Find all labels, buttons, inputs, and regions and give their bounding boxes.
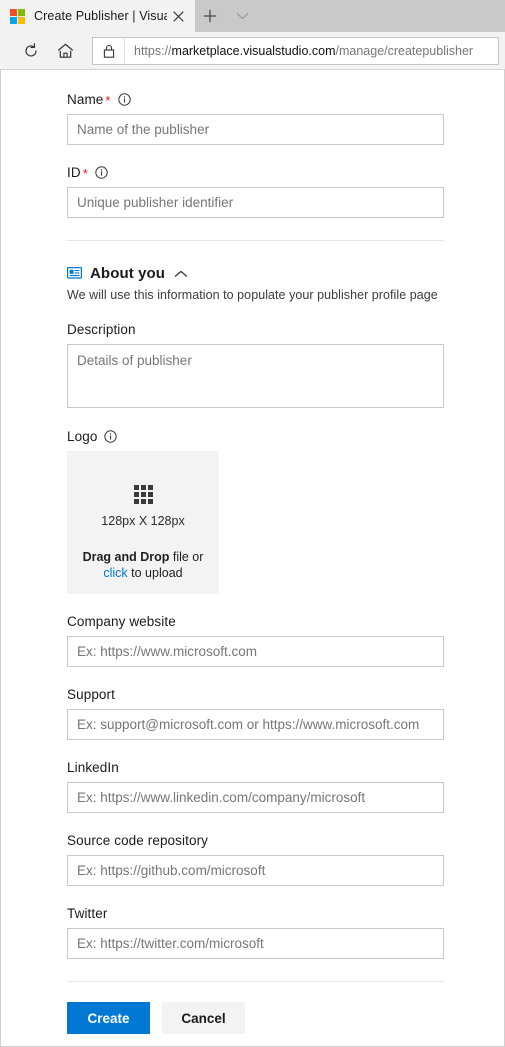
new-tab-icon[interactable] [195,0,225,32]
field-support: Support [67,687,444,740]
field-name: Name * [67,92,444,145]
lock-icon [93,37,125,64]
name-label-row: Name * [67,92,444,107]
info-icon[interactable] [117,93,131,106]
create-publisher-form: Name * ID * [1,70,504,1046]
url-text[interactable]: https://marketplace.visualstudio.com/man… [125,44,473,58]
linkedin-label: LinkedIn [67,760,119,775]
logo-dimensions: 128px X 128px [101,514,185,528]
field-id: ID * [67,165,444,218]
required-asterisk: * [82,166,88,181]
url-path: /manage/createpublisher [335,43,474,58]
cancel-button[interactable]: Cancel [162,1002,245,1034]
twitter-label-row: Twitter [67,906,444,921]
click-upload-link[interactable]: click [103,566,127,580]
support-input[interactable] [67,709,444,740]
field-source-repo: Source code repository [67,833,444,886]
twitter-label: Twitter [67,906,108,921]
home-icon[interactable] [48,36,82,66]
logo-dropzone[interactable]: 128px X 128px Drag and Drop file or clic… [67,451,219,594]
form-actions: Create Cancel [67,1002,444,1046]
description-label: Description [67,322,136,337]
logo-label-row: Logo [67,429,444,444]
source-repo-label: Source code repository [67,833,209,848]
field-description: Description [67,322,444,413]
browser-tab[interactable]: Create Publisher | Visua [0,0,195,32]
support-label-row: Support [67,687,444,702]
name-label: Name [67,92,104,107]
about-you-subtitle: We will use this information to populate… [67,288,438,302]
url-host: marketplace.visualstudio.com [171,43,336,58]
required-asterisk: * [105,93,111,108]
id-input[interactable] [67,187,444,218]
drag-drop-text: Drag and Drop file or [83,550,204,564]
tab-strip: Create Publisher | Visua [0,0,505,32]
url-scheme: https:// [134,43,172,58]
id-label: ID [67,165,81,180]
company-website-label: Company website [67,614,176,629]
logo-label: Logo [67,429,98,444]
field-linkedin: LinkedIn [67,760,444,813]
microsoft-logo-icon [10,8,25,24]
field-logo: Logo 128px X 128px Drag and Drop file or… [67,429,444,594]
close-icon[interactable] [167,5,189,27]
page-viewport: Name * ID * [0,70,505,1047]
click-upload-text: click to upload [103,566,182,580]
field-twitter: Twitter [67,906,444,959]
image-grid-icon [133,485,153,504]
create-button[interactable]: Create [67,1002,150,1034]
about-you-header[interactable]: About you [67,265,444,282]
twitter-input[interactable] [67,928,444,959]
linkedin-input[interactable] [67,782,444,813]
company-website-input[interactable] [67,636,444,667]
info-icon[interactable] [95,166,108,179]
tab-title: Create Publisher | Visua [34,9,167,23]
chevron-down-icon[interactable] [225,0,259,32]
description-label-row: Description [67,322,444,337]
click-upload-rest: to upload [127,566,183,580]
id-label-row: ID * [67,165,444,180]
drag-drop-rest: file or [169,550,204,564]
company-website-label-row: Company website [67,614,444,629]
refresh-icon[interactable] [14,36,48,66]
chevron-up-icon[interactable] [174,270,188,278]
support-label: Support [67,687,115,702]
name-input[interactable] [67,114,444,145]
description-textarea[interactable] [67,344,444,408]
source-repo-label-row: Source code repository [67,833,444,848]
browser-window: Create Publisher | Visua https://marketp… [0,0,505,1047]
actions-divider [67,981,444,982]
field-company-website: Company website [67,614,444,667]
profile-card-icon [67,266,82,281]
info-icon[interactable] [104,430,118,443]
source-repo-input[interactable] [67,855,444,886]
section-divider [67,240,444,241]
about-you-title: About you [90,265,166,282]
drag-drop-strong: Drag and Drop [82,550,170,564]
address-bar[interactable]: https://marketplace.visualstudio.com/man… [92,36,499,65]
linkedin-label-row: LinkedIn [67,760,444,775]
browser-toolbar: https://marketplace.visualstudio.com/man… [0,32,505,70]
